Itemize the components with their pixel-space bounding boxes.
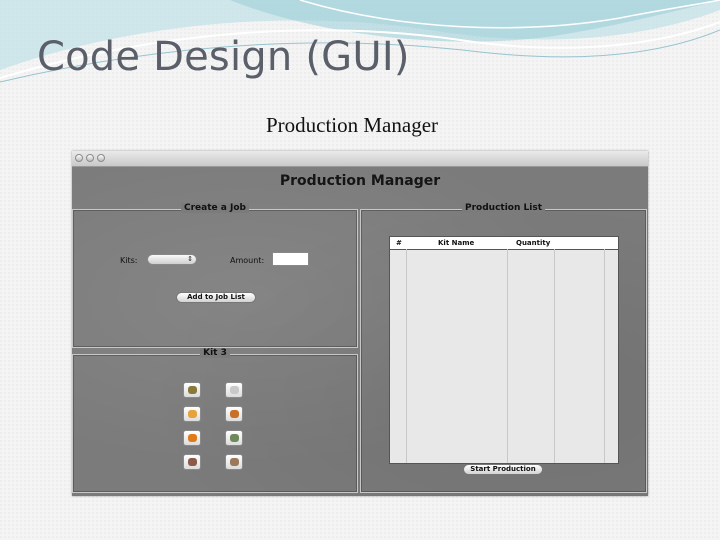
amount-label: Amount: — [230, 256, 265, 265]
create-job-title: Create a Job — [181, 203, 249, 213]
kits-select[interactable]: ⇕ — [147, 254, 197, 265]
kit-part-tile[interactable] — [183, 454, 201, 470]
kit-panel: Kit 3 — [72, 348, 358, 493]
kit-part-tile[interactable] — [183, 406, 201, 422]
zoom-window-icon[interactable] — [97, 154, 105, 162]
kits-label: Kits: — [120, 256, 138, 265]
start-production-button[interactable]: Start Production — [463, 464, 543, 475]
minimize-window-icon[interactable] — [86, 154, 94, 162]
amount-input[interactable] — [272, 252, 309, 266]
kit-panel-title: Kit 3 — [200, 348, 230, 358]
kit-part-tile[interactable] — [225, 454, 243, 470]
window-content: Production Manager Create a Job Kits: ⇕ … — [72, 167, 648, 496]
slide-title: Code Design (GUI) — [37, 34, 410, 80]
production-list-panel: Production List # Kit Name Quantity Star… — [360, 203, 647, 493]
production-list-title: Production List — [462, 203, 545, 213]
kit-part-tile[interactable] — [225, 430, 243, 446]
slide-subtitle: Production Manager — [265, 113, 439, 137]
table-header: # Kit Name Quantity — [390, 237, 618, 250]
column-header-kit-name[interactable]: Kit Name — [438, 239, 474, 247]
add-to-job-list-button[interactable]: Add to Job List — [176, 292, 256, 303]
window-titlebar[interactable] — [72, 151, 648, 167]
part-icon-7 — [188, 458, 197, 466]
part-icon-2 — [230, 386, 239, 394]
part-icon-5 — [188, 434, 197, 442]
part-icon-8 — [230, 458, 239, 466]
close-window-icon[interactable] — [75, 154, 83, 162]
part-icon-1 — [188, 386, 197, 394]
kit-part-tile[interactable] — [183, 430, 201, 446]
kit-part-tile[interactable] — [225, 382, 243, 398]
production-table[interactable]: # Kit Name Quantity — [389, 236, 619, 464]
kit-part-tile[interactable] — [225, 406, 243, 422]
column-header-quantity[interactable]: Quantity — [516, 239, 550, 247]
create-job-panel: Create a Job Kits: ⇕ Amount: Add to Job … — [72, 203, 358, 348]
app-title: Production Manager — [279, 173, 441, 189]
updown-arrow-icon: ⇕ — [187, 256, 193, 263]
part-icon-3 — [188, 410, 197, 418]
app-window: Production Manager Create a Job Kits: ⇕ … — [72, 151, 648, 496]
part-icon-6 — [230, 434, 239, 442]
column-header-number[interactable]: # — [396, 239, 402, 247]
part-icon-4 — [230, 410, 239, 418]
kit-part-tile[interactable] — [183, 382, 201, 398]
